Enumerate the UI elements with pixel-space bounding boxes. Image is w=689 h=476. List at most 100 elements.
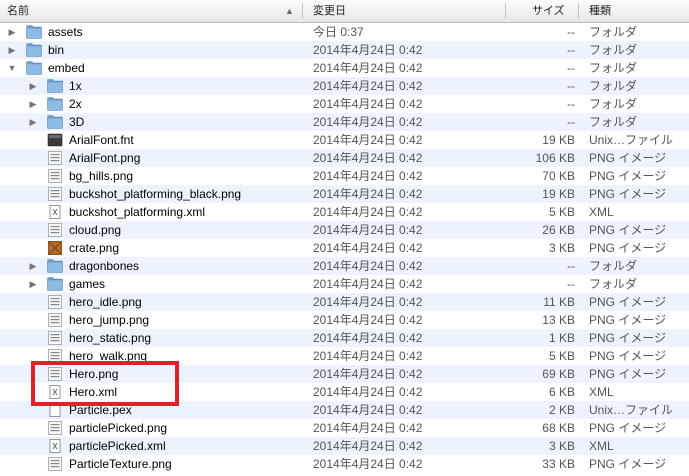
- folder-icon: [26, 61, 42, 75]
- file-date: 2014年4月24日 0:42: [313, 421, 423, 435]
- file-kind: PNG イメージ: [589, 457, 667, 471]
- file-size: --: [567, 97, 575, 111]
- file-name: bin: [48, 43, 65, 57]
- disclosure-collapsed-icon[interactable]: ▶: [27, 113, 39, 131]
- png-file-icon: [47, 367, 63, 381]
- file-size: 3 KB: [548, 439, 575, 453]
- file-size: 33 KB: [542, 457, 575, 471]
- file-row[interactable]: cloud.png 2014年4月24日 0:42 26 KB PNG イメージ: [0, 221, 689, 239]
- file-row[interactable]: ArialFont.fnt 2014年4月24日 0:42 19 KB Unix…ファ…: [0, 131, 689, 149]
- file-name: hero_walk.png: [69, 349, 148, 363]
- file-name: cloud.png: [69, 223, 122, 237]
- png-file-icon: [47, 331, 63, 345]
- column-header-name[interactable]: 名前: [7, 0, 29, 22]
- column-header-date[interactable]: 変更日: [313, 0, 346, 22]
- file-row[interactable]: ▶ games 2014年4月24日 0:42 -- フォルダ: [0, 275, 689, 293]
- file-kind: PNG イメージ: [589, 169, 667, 183]
- file-size: 19 KB: [542, 133, 575, 147]
- file-row[interactable]: particlePicked.xml 2014年4月24日 0:42 3 KB XML: [0, 437, 689, 455]
- file-name: 2x: [69, 97, 82, 111]
- file-name: games: [69, 277, 106, 291]
- column-header-kind[interactable]: 種類: [589, 0, 611, 22]
- file-row[interactable]: Hero.png 2014年4月24日 0:42 69 KB PNG イメージ: [0, 365, 689, 383]
- column-divider[interactable]: [302, 3, 303, 19]
- file-date: 2014年4月24日 0:42: [313, 133, 423, 147]
- png-file-icon: [47, 187, 63, 201]
- sort-ascending-icon[interactable]: ▲: [285, 0, 294, 22]
- disclosure-collapsed-icon[interactable]: ▶: [27, 95, 39, 113]
- file-date: 2014年4月24日 0:42: [313, 205, 423, 219]
- file-row[interactable]: ▶ assets 今日 0:37 -- フォルダ: [0, 23, 689, 41]
- file-date: 2014年4月24日 0:42: [313, 367, 423, 381]
- file-row[interactable]: ▼ embed 2014年4月24日 0:42 -- フォルダ: [0, 59, 689, 77]
- file-row[interactable]: hero_idle.png 2014年4月24日 0:42 11 KB PNG イメー…: [0, 293, 689, 311]
- file-row[interactable]: ▶ 1x 2014年4月24日 0:42 -- フォルダ: [0, 77, 689, 95]
- file-row[interactable]: buckshot_platforming_black.png 2014年4月24日…: [0, 185, 689, 203]
- file-row[interactable]: hero_jump.png 2014年4月24日 0:42 13 KB PNG イメー…: [0, 311, 689, 329]
- file-row[interactable]: particlePicked.png 2014年4月24日 0:42 68 KB PN…: [0, 419, 689, 437]
- file-date: 2014年4月24日 0:42: [313, 241, 423, 255]
- png-file-icon: [47, 295, 63, 309]
- file-row[interactable]: ▶ dragonbones 2014年4月24日 0:42 -- フォルダ: [0, 257, 689, 275]
- file-size: 5 KB: [548, 205, 575, 219]
- column-divider[interactable]: [578, 3, 579, 19]
- file-size: --: [567, 259, 575, 273]
- file-kind: Unix…ファイル: [589, 133, 674, 147]
- file-size: 19 KB: [542, 187, 575, 201]
- file-row[interactable]: hero_walk.png 2014年4月24日 0:42 5 KB PNG イメージ: [0, 347, 689, 365]
- file-size: --: [567, 25, 575, 39]
- file-row[interactable]: buckshot_platforming.xml 2014年4月24日 0:42 5…: [0, 203, 689, 221]
- file-date: 2014年4月24日 0:42: [313, 187, 423, 201]
- png-file-icon: [47, 151, 63, 165]
- disclosure-collapsed-icon[interactable]: ▶: [27, 77, 39, 95]
- file-name: Particle.pex: [69, 403, 132, 417]
- file-size: 6 KB: [548, 385, 575, 399]
- folder-icon: [47, 115, 63, 129]
- file-row[interactable]: ▶ bin 2014年4月24日 0:42 -- フォルダ: [0, 41, 689, 59]
- disclosure-collapsed-icon[interactable]: ▶: [27, 275, 39, 293]
- file-row[interactable]: crate.png 2014年4月24日 0:42 3 KB PNG イメージ: [0, 239, 689, 257]
- file-date: 2014年4月24日 0:42: [313, 43, 423, 57]
- xml-file-icon: [47, 385, 63, 399]
- file-size: --: [567, 115, 575, 129]
- file-row[interactable]: hero_static.png 2014年4月24日 0:42 1 KB PNG イメ…: [0, 329, 689, 347]
- file-date: 2014年4月24日 0:42: [313, 457, 423, 471]
- column-header-size[interactable]: サイズ: [532, 0, 565, 22]
- file-name: buckshot_platforming.xml: [69, 205, 206, 219]
- file-row[interactable]: ▶ 2x 2014年4月24日 0:42 -- フォルダ: [0, 95, 689, 113]
- file-name: hero_idle.png: [69, 295, 142, 309]
- file-name: bg_hills.png: [69, 169, 134, 183]
- file-row[interactable]: ▶ 3D 2014年4月24日 0:42 -- フォルダ: [0, 113, 689, 131]
- disclosure-collapsed-icon[interactable]: ▶: [6, 23, 18, 41]
- file-name: ArialFont.fnt: [69, 133, 134, 147]
- file-size: 11 KB: [543, 295, 575, 309]
- file-size: --: [567, 277, 575, 291]
- file-name: 3D: [69, 115, 85, 129]
- file-row[interactable]: bg_hills.png 2014年4月24日 0:42 70 KB PNG イメージ: [0, 167, 689, 185]
- file-kind: フォルダ: [589, 259, 638, 273]
- disclosure-collapsed-icon[interactable]: ▶: [27, 257, 39, 275]
- file-date: 2014年4月24日 0:42: [313, 295, 423, 309]
- file-row[interactable]: Hero.xml 2014年4月24日 0:42 6 KB XML: [0, 383, 689, 401]
- file-size: 13 KB: [542, 313, 575, 327]
- file-row[interactable]: ArialFont.png 2014年4月24日 0:42 106 KB PNG イメ…: [0, 149, 689, 167]
- disclosure-expanded-icon[interactable]: ▼: [6, 59, 18, 77]
- file-row[interactable]: ParticleTexture.png 2014年4月24日 0:42 33 KB P…: [0, 455, 689, 473]
- column-divider[interactable]: [505, 3, 506, 19]
- file-row[interactable]: Particle.pex 2014年4月24日 0:42 2 KB Unix…ファイル: [0, 401, 689, 419]
- file-date: 2014年4月24日 0:42: [313, 223, 423, 237]
- file-size: 69 KB: [542, 367, 575, 381]
- file-date: 2014年4月24日 0:42: [313, 151, 423, 165]
- file-kind: PNG イメージ: [589, 151, 667, 165]
- folder-icon: [47, 277, 63, 291]
- file-name: crate.png: [69, 241, 120, 255]
- file-kind: XML: [589, 385, 614, 399]
- file-date: 2014年4月24日 0:42: [313, 169, 423, 183]
- file-date: 2014年4月24日 0:42: [313, 439, 423, 453]
- file-name: embed: [48, 61, 85, 75]
- file-size: --: [567, 79, 575, 93]
- disclosure-collapsed-icon[interactable]: ▶: [6, 41, 18, 59]
- file-date: 2014年4月24日 0:42: [313, 313, 423, 327]
- file-kind: PNG イメージ: [589, 331, 667, 345]
- file-kind: PNG イメージ: [589, 313, 667, 327]
